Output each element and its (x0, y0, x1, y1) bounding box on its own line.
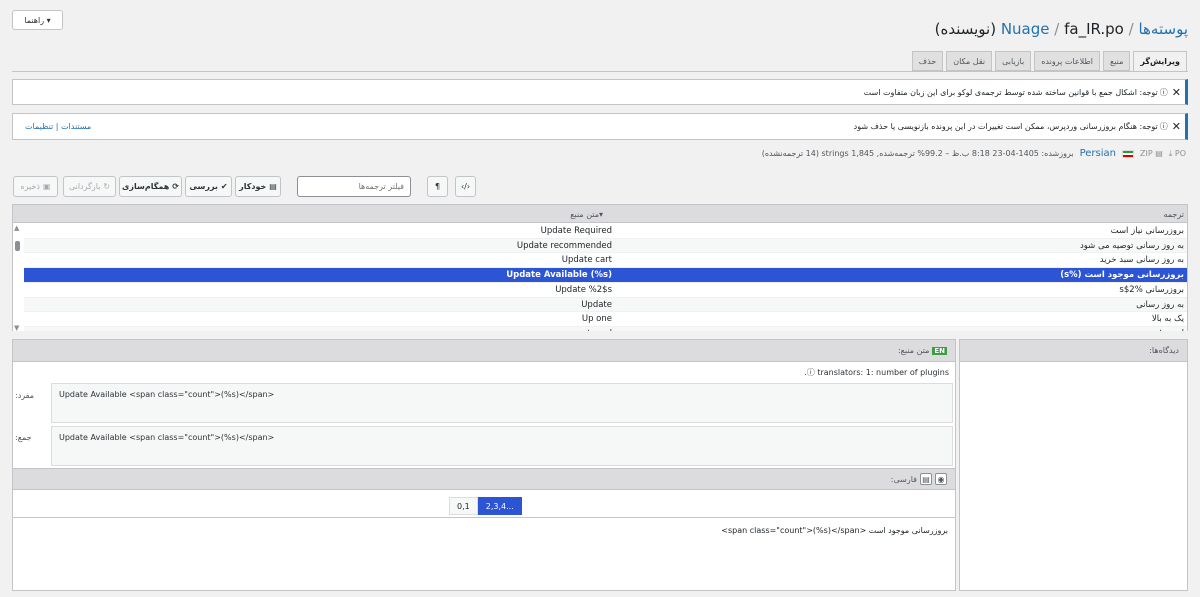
filter-input[interactable] (297, 176, 411, 197)
translator-note: ⓘ translators: 1: number of plugins. (804, 368, 949, 377)
col-translation-header[interactable]: ترجمه (1164, 210, 1185, 219)
table-row[interactable]: Update به روز رسانی (24, 297, 1187, 312)
sort-icon: ▾ (598, 210, 603, 219)
singular-source-field: Update Available <span class="count">(%s… (51, 383, 953, 423)
sync-button[interactable]: ⟳ همگام‌سازی (119, 176, 182, 197)
table-row[interactable]: Update cart به روز رسانی سبد خرید (24, 253, 1187, 268)
settings-link[interactable]: تنظیمات (25, 122, 53, 131)
check-button[interactable]: ✔ بررسی (185, 176, 232, 197)
col-source-header[interactable]: متن منبع▾ (570, 210, 603, 219)
info-icon: ⓘ (1159, 122, 1168, 131)
tab-bar: ویرایش‌گر منبع اطلاعات پرونده بازیابی نق… (911, 51, 1187, 72)
scroll-up-icon[interactable]: ▲ (14, 224, 19, 232)
scroll-thumb[interactable] (15, 241, 20, 251)
tab-editor[interactable]: ویرایش‌گر (1133, 51, 1187, 72)
file-meta: PO ⤓ ▤ ZIP Persian بروزشده: 1405-04-23 8… (762, 148, 1186, 159)
tab-delete[interactable]: حذف (911, 51, 944, 71)
floppy-icon: ▣ (42, 182, 51, 191)
table-row[interactable]: Up one یک به بالا (24, 312, 1187, 327)
auto-translate-button[interactable]: ▤ خودکار (235, 176, 281, 197)
code-view-button[interactable]: ‹/› (455, 176, 476, 197)
source-bar: EN متن منبع: (13, 340, 955, 362)
table-row-selected[interactable]: Update Available (%s) بروزرسانی موجود اس… (24, 268, 1187, 283)
en-flag-icon: EN (932, 346, 947, 355)
tab-restore[interactable]: بازیابی (995, 51, 1032, 71)
table-row[interactable]: Update recommended به روز رسانی توصیه می… (24, 238, 1187, 253)
translation-grid: Update Required بروزرسانی نیاز است Updat… (12, 223, 1188, 331)
translation-textarea[interactable]: بروزرسانی موجود است <span class="count">… (13, 517, 955, 590)
notice-update: ✕ ⓘ توجه: هنگام بروزرسانی وردپرس، ممکن ا… (12, 113, 1188, 140)
string-editor: EN متن منبع: ⓘ translators: 1: number of… (12, 339, 956, 591)
info-icon: ⓘ (1159, 87, 1168, 97)
table-row[interactable]: Update Required بروزرسانی نیاز است (24, 224, 1187, 239)
table-row[interactable]: Update %2$s بروزرسانی %2$s (24, 283, 1187, 298)
breadcrumb-theme[interactable]: Nuage (1001, 20, 1050, 38)
iran-flag-icon (1122, 149, 1134, 158)
file-icon: ▤ (1152, 149, 1163, 158)
comments-bar: دیدگاه‌ها: (960, 340, 1187, 362)
plural-tabs: 0,1 2,3,4... (449, 497, 522, 515)
tab-divider (12, 71, 1188, 72)
check-icon: ✔ (220, 182, 228, 191)
pilcrow-button[interactable]: ¶ (427, 176, 448, 197)
plural-tab-2-3-4[interactable]: 2,3,4... (477, 497, 522, 515)
docs-link[interactable]: مستندات (61, 122, 91, 131)
singular-label: مفرد: (15, 391, 35, 400)
notice-plural: ✕ ⓘ توجه: اشکال جمع با قوانین ساخته شده … (12, 79, 1188, 105)
table-row[interactable]: untappd untappd (24, 326, 1187, 331)
tab-source[interactable]: منبع (1102, 51, 1131, 71)
grid-scrollbar[interactable]: ▲ ▼ (12, 224, 22, 332)
file-stats: بروزشده: 1405-04-23 8:18 ب.ظ – 99.2% ترج… (761, 149, 1074, 158)
plural-label: جمع: (15, 433, 32, 442)
language-name[interactable]: Persian (1080, 148, 1116, 159)
help-button[interactable]: راهنما ▾ (12, 10, 63, 30)
revert-icon: ↻ (103, 182, 111, 191)
info-icon: ⓘ (806, 368, 818, 377)
breadcrumb-posts[interactable]: پوسته‌ها (1138, 20, 1188, 38)
download-po-link[interactable]: PO ⤓ (1169, 149, 1186, 159)
robot-icon[interactable]: ▤ (920, 473, 932, 485)
close-icon[interactable]: ✕ (1172, 86, 1181, 99)
notice-update-text: توجه: هنگام بروزرسانی وردپرس، ممکن است ت… (853, 122, 1158, 131)
plural-source-field: Update Available <span class="count">(%s… (51, 426, 953, 466)
tab-relocate[interactable]: نقل مکان (946, 51, 993, 71)
notice-plural-text: توجه: اشکال جمع با قوانین ساخته شده توسط… (863, 87, 1158, 97)
notice-links: مستندات | تنظیمات (25, 122, 92, 131)
robot-icon: ▤ (269, 182, 277, 191)
save-button[interactable]: ▣ ذخیره (13, 176, 58, 197)
scroll-down-icon[interactable]: ▼ (14, 324, 19, 332)
target-bar: ◉ ▤ فارسی: (13, 468, 955, 490)
spy-icon[interactable]: ◉ (935, 473, 947, 485)
source-label: متن منبع: (897, 346, 930, 355)
farsi-label: فارسی: (890, 474, 917, 484)
close-icon[interactable]: ✕ (1172, 120, 1181, 133)
tab-file-info[interactable]: اطلاعات پرونده (1034, 51, 1100, 71)
revert-button[interactable]: ↻ بازگردانی (63, 176, 116, 197)
sync-icon: ⟳ (172, 182, 179, 191)
comments-label: دیدگاه‌ها: (1149, 346, 1179, 355)
page-title: پوسته‌ها / Nuage / fa_IR.po (نویسنده) (934, 20, 1188, 38)
comments-panel: دیدگاه‌ها: (959, 339, 1188, 591)
grid-header: متن منبع▾ ترجمه (12, 204, 1188, 223)
download-zip-link[interactable]: ▤ ZIP (1140, 149, 1163, 158)
plural-tab-0-1[interactable]: 0,1 (449, 497, 478, 515)
